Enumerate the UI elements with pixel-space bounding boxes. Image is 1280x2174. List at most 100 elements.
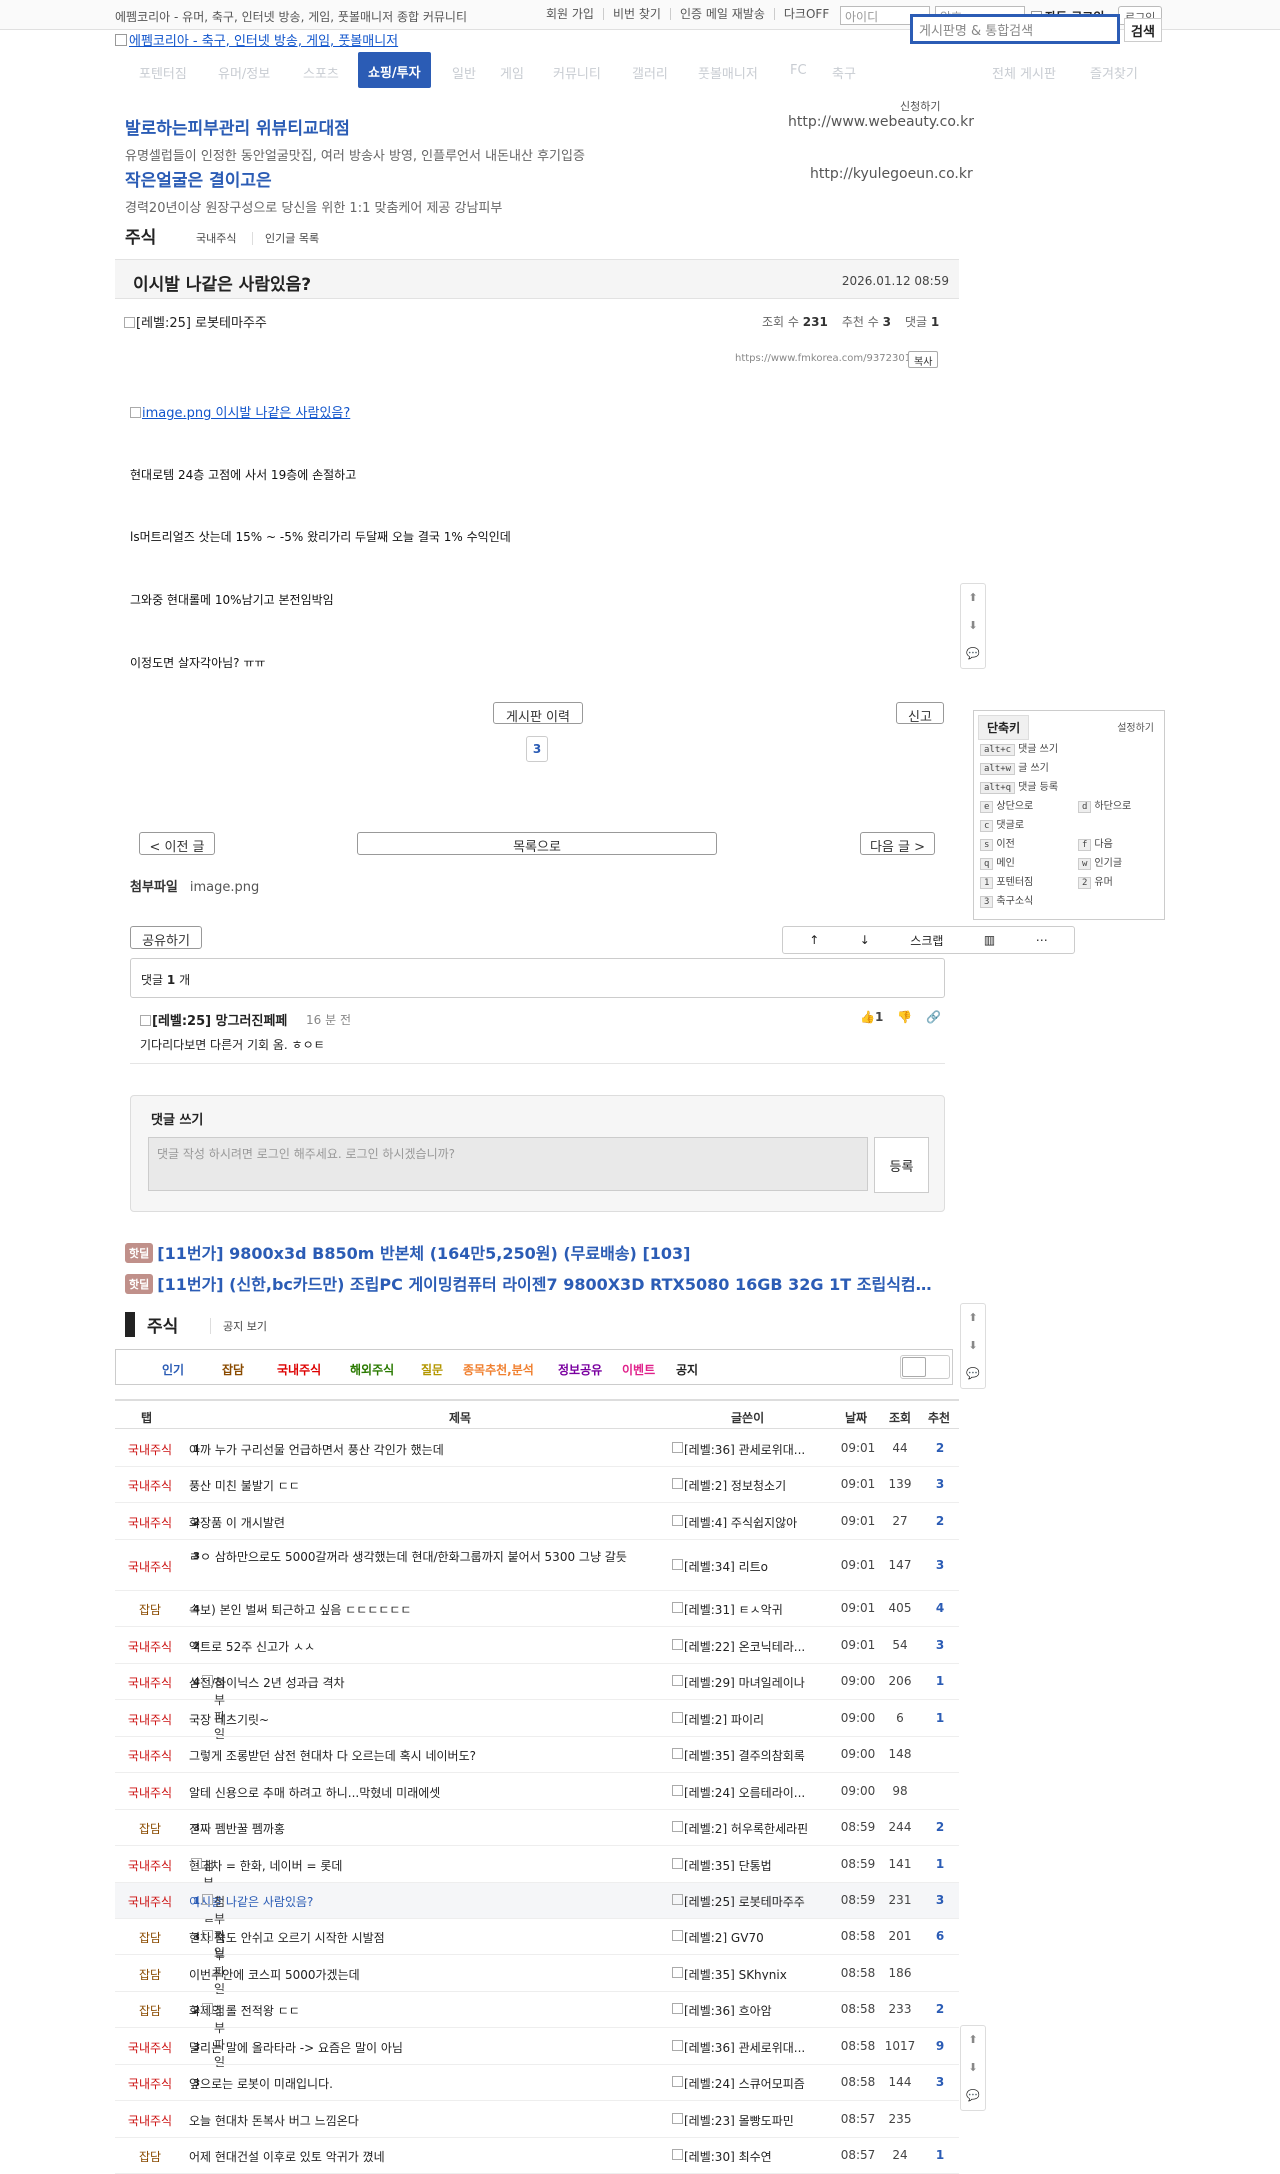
cat-tab-recommend[interactable]: 종목추천,분석: [454, 1361, 543, 1378]
nav-item-poten[interactable]: 포텐터짐: [139, 63, 187, 82]
ad-item[interactable]: 작은얼굴은 결이고은 경력20년이상 원장구성으로 당신을 위한 1:1 맞춤케…: [125, 166, 973, 216]
nav-item-fm[interactable]: 풋볼매니저: [698, 63, 758, 82]
row-category[interactable]: 잡담: [115, 1929, 185, 1946]
share-button[interactable]: 공유하기: [130, 926, 202, 949]
row-author[interactable]: [레벨:31] ㅌㅅ악귀: [672, 1601, 832, 1615]
post-author[interactable]: [레벨:25] 로봇테마주주: [124, 312, 267, 331]
comment-icon[interactable]: 💬: [961, 640, 985, 668]
ad-url[interactable]: http://kyulegoeun.co.kr: [810, 166, 973, 182]
table-row[interactable]: 잡담 이번주안에 코스피 5000가겠는데 [레벨:35] SKhynix 08:58…: [115, 1955, 959, 1992]
row-author[interactable]: [레벨:4] 주식쉽지않아: [672, 1514, 832, 1528]
table-row[interactable]: 잡담 화제의 롤 전적왕 ㄷㄷ 2 첨부파일 [레벨:36] 흐아암 08:58 233 2: [115, 1992, 959, 2069]
arrow-down-icon[interactable]: ⬇: [961, 2054, 985, 2082]
row-category[interactable]: 국내주식: [115, 1441, 185, 1458]
row-author[interactable]: [레벨:36] 관세로위대...: [672, 1441, 832, 1455]
row-category[interactable]: 국내주식: [115, 1674, 185, 1691]
comment-icon[interactable]: 💬: [961, 2082, 985, 2110]
cat-tab-notice[interactable]: 공지: [667, 1361, 707, 1378]
post-image[interactable]: image.png 이시발 나같은 사람있음?: [130, 402, 350, 421]
row-title[interactable]: 이시발 나같은 사람있음? 1 첨부파일: [189, 1893, 659, 1960]
row-category[interactable]: 국내주식: [115, 1784, 185, 1801]
notice-toggle-link[interactable]: 공지 보기: [210, 1318, 267, 1334]
table-row[interactable]: 국내주식 이시발 나같은 사람있음? 1 첨부파일 [레벨:25] 로봇테마주주 08:…: [115, 1883, 959, 1960]
attachment-file[interactable]: image.png: [190, 880, 259, 895]
row-title[interactable]: 진짜 펨반꿀 펨까홍 3: [189, 1820, 659, 1836]
nav-item-soccer[interactable]: 축구: [832, 63, 856, 82]
row-author[interactable]: [레벨:2] 파이리: [672, 1711, 832, 1725]
row-category[interactable]: 국내주식: [115, 1711, 185, 1728]
nav-item-humor[interactable]: 유머/정보: [218, 63, 270, 82]
row-author[interactable]: [레벨:24] 오름테라이...: [672, 1784, 832, 1798]
row-category[interactable]: 잡담: [115, 1601, 185, 1618]
more-icon[interactable]: ⋯: [1036, 933, 1048, 947]
vote-count[interactable]: 3: [526, 736, 548, 762]
nav-item-community[interactable]: 커뮤니티: [553, 63, 601, 82]
signup-link[interactable]: 회원 가입: [537, 8, 604, 20]
like-button[interactable]: 👍1: [860, 1010, 883, 1024]
site-logo[interactable]: 에펨코리아 - 축구, 인터넷 방송, 게임, 풋볼매니저: [115, 30, 398, 49]
report-button[interactable]: 신고: [896, 702, 944, 725]
arrow-down-icon[interactable]: ⬇: [961, 1332, 985, 1360]
table-row[interactable]: 국내주식 알테 신용으로 추매 하려고 하니...막혔네 미래에셋 [레벨:24] …: [115, 1773, 959, 1810]
shortcut-settings-link[interactable]: 설정하기: [1117, 719, 1154, 734]
row-title[interactable]: 속보) 본인 벌써 퇴근하고 싶음 ㄷㄷㄷㄷㄷㄷ 4: [189, 1601, 659, 1617]
table-row[interactable]: 국내주식 오늘 현대차 돈복사 버그 느낌온다 [레벨:23] 몰빵도파민 08:57…: [115, 2101, 959, 2138]
nav-item-gallery[interactable]: 갤러리: [632, 63, 668, 82]
search-input[interactable]: 게시판명 & 통합검색: [910, 14, 1120, 44]
arrow-up-icon[interactable]: ⬆: [961, 1304, 985, 1332]
table-row[interactable]: 국내주식 앞으로는 로봇이 미래입니다. 3 [레벨:24] 스큐어모피즘 08:58 1…: [115, 2065, 959, 2101]
row-title[interactable]: 액트로 52주 신고가 ㅅㅅ 2: [189, 1638, 659, 1654]
post-title[interactable]: 이시발 나같은 사람있음?: [133, 270, 311, 295]
nav-item-all-boards[interactable]: 전체 게시판: [992, 63, 1056, 82]
table-row[interactable]: 국내주식 풍산 미친 불발기 ㄷㄷ [레벨:2] 정보청소기 09:01 139 3: [115, 1467, 959, 1503]
nav-item-shopping[interactable]: 쇼핑/투자: [358, 52, 431, 88]
row-title[interactable]: 아까 누가 구리선물 언급하면서 풍산 각인가 했는데 1: [189, 1441, 659, 1457]
table-row[interactable]: 국내주식 국장 레츠기릿~ [레벨:2] 파이리 09:00 6 1: [115, 1700, 959, 1737]
ad-url[interactable]: http://www.webeauty.co.kr: [788, 114, 974, 130]
row-category[interactable]: 국내주식: [115, 2112, 185, 2129]
cat-tab-overseas[interactable]: 해외주식: [341, 1361, 403, 1378]
cat-tab-event[interactable]: 이벤트: [613, 1361, 664, 1378]
ad-apply-link[interactable]: 신청하기: [900, 98, 940, 114]
table-row[interactable]: 잡담 진짜 펨반꿀 펨까홍 3 [레벨:2] 허우록한세라핀 08:59 244 2: [115, 1810, 959, 1846]
row-category[interactable]: 국내주식: [115, 1747, 185, 1764]
arrow-up-icon[interactable]: ⬆: [961, 584, 985, 612]
ad-item[interactable]: 발로하는피부관리 위뷰티교대점 유명셀럽들이 인정한 동안얼굴맛집, 여러 방송…: [125, 114, 974, 164]
row-category[interactable]: 국내주식: [115, 1477, 185, 1494]
row-title[interactable]: 화장품 이 개시발련 2: [189, 1514, 659, 1530]
view-toggle[interactable]: [900, 1355, 950, 1379]
row-author[interactable]: [레벨:2] 정보청소기: [672, 1477, 832, 1491]
comment-author[interactable]: [레벨:25] 망그러진페페: [140, 1010, 287, 1029]
scrap-button[interactable]: 스크랩: [910, 932, 943, 949]
row-title[interactable]: 현차 숨도 안쉬고 오르기 시작한 시발점 3 첨부파일: [189, 1929, 659, 1996]
row-title[interactable]: 삼전/하이닉스 2년 성과급 격차 4 첨부파일: [189, 1674, 659, 1741]
table-row[interactable]: 국내주식 ㄹㅇ 삼하만으로도 5000갈꺼라 생각했는데 현대/한화그룹까지 붙어…: [115, 1540, 959, 1591]
row-author[interactable]: [레벨:35] 단통법: [672, 1857, 832, 1871]
row-category[interactable]: 잡담: [115, 1820, 185, 1837]
table-row[interactable]: 국내주식현대차 = 한화, 네이버 = 롯데 첨부파일[레벨:35] 단통법08…: [115, 1846, 959, 1924]
chart-icon[interactable]: ▥: [984, 933, 995, 947]
row-author[interactable]: [레벨:2] GV70: [672, 1929, 832, 1943]
row-category[interactable]: 국내주식: [115, 1514, 185, 1531]
search-button[interactable]: 검색: [1124, 18, 1162, 42]
table-row[interactable]: 국내주식 삼전/하이닉스 2년 성과급 격차 4 첨부파일 [레벨:29] 마녀일레이…: [115, 1664, 959, 1741]
dark-mode-toggle[interactable]: 다크OFF: [775, 8, 838, 20]
nav-item-sports[interactable]: 스포츠: [303, 63, 339, 82]
prev-post-button[interactable]: < 이전 글: [139, 832, 215, 855]
cat-tab-question[interactable]: 질문: [412, 1361, 452, 1378]
cat-tab-popular[interactable]: 인기: [153, 1361, 193, 1378]
row-author[interactable]: [레벨:22] 온코닉테라...: [672, 1638, 832, 1652]
list-board-title[interactable]: 주식: [125, 1312, 178, 1337]
row-title[interactable]: ㄹㅇ 삼하만으로도 5000갈꺼라 생각했는데 현대/한화그룹까지 붙어서 53…: [189, 1548, 659, 1564]
row-author[interactable]: [레벨:24] 스큐어모피즘: [672, 2075, 832, 2089]
arrow-up-icon[interactable]: ↑: [809, 933, 819, 947]
comment-textarea[interactable]: 댓글 작성 하시려면 로그인 해주세요. 로그인 하시겠습니까?: [148, 1137, 868, 1191]
row-author[interactable]: [레벨:25] 로봇테마주주: [672, 1893, 832, 1907]
cat-tab-domestic[interactable]: 국내주식: [268, 1361, 330, 1378]
table-row[interactable]: 국내주식 그렇게 조롱받던 삼전 현대차 다 오르는데 혹시 네이버도? [레벨:3…: [115, 1737, 959, 1773]
comment-icon[interactable]: 💬: [961, 1360, 985, 1388]
cat-tab-info[interactable]: 정보공유: [549, 1361, 611, 1378]
table-row[interactable]: 국내주식 액트로 52주 신고가 ㅅㅅ 2 [레벨:22] 온코닉테라... 09:01…: [115, 1627, 959, 1664]
row-category[interactable]: 잡담: [115, 2148, 185, 2165]
row-category[interactable]: 잡담: [115, 2002, 185, 2019]
